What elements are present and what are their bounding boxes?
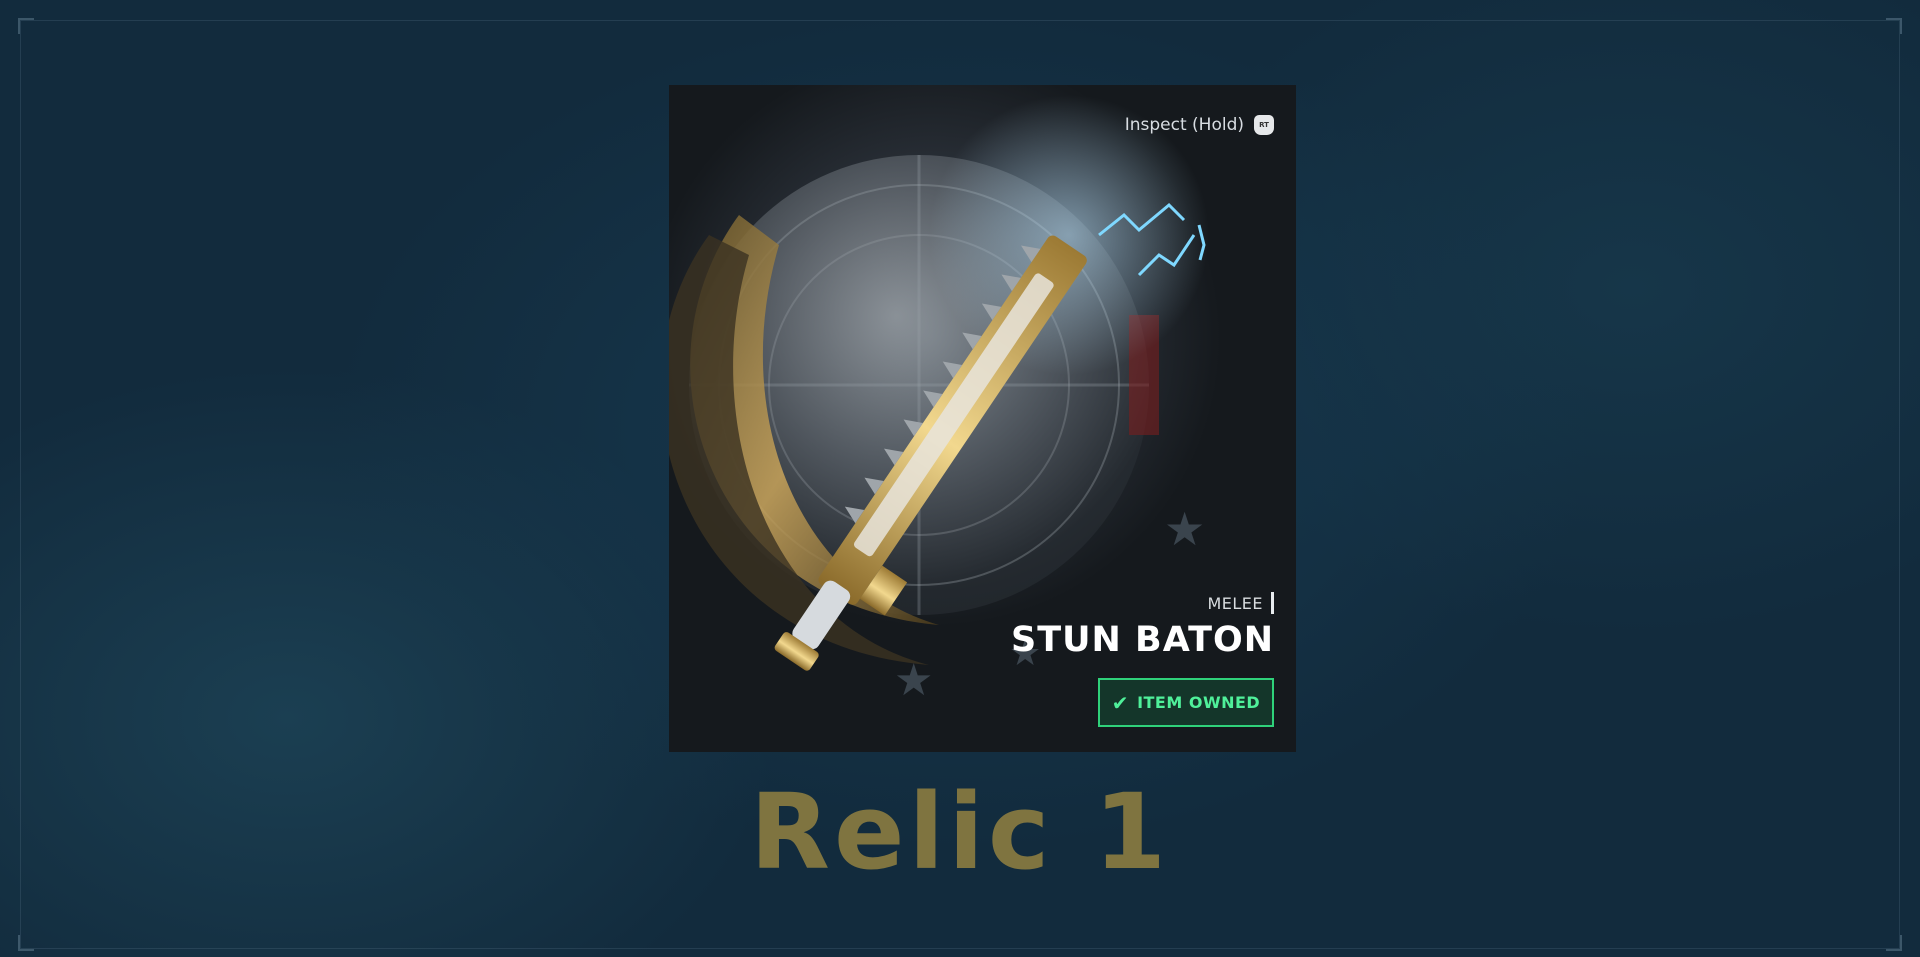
item-category-label: MELEE (1207, 593, 1263, 613)
page-title: Relic 1 (749, 771, 1171, 893)
item-category: MELEE (1207, 592, 1274, 614)
svg-text:★: ★ (894, 655, 933, 706)
frame-corner (18, 18, 34, 34)
item-name: STUN BATON (1011, 620, 1274, 660)
frame-corner (1886, 935, 1902, 951)
inspect-label: Inspect (Hold) (1124, 115, 1244, 135)
inspect-hint: Inspect (Hold) RT (1125, 115, 1274, 135)
frame-corner (1886, 18, 1902, 34)
item-card[interactable]: ★ ★ ★ Inspect (Hold) RT MELEE STUN BATON… (669, 85, 1296, 752)
check-icon: ✔ (1111, 690, 1130, 715)
svg-text:★: ★ (1164, 502, 1205, 556)
frame-corner (18, 935, 34, 951)
rt-trigger-icon: RT (1254, 115, 1274, 135)
category-divider (1271, 592, 1274, 614)
item-owned-label: ITEM OWNED (1137, 693, 1261, 712)
item-owned-badge: ✔ ITEM OWNED (1098, 678, 1274, 727)
